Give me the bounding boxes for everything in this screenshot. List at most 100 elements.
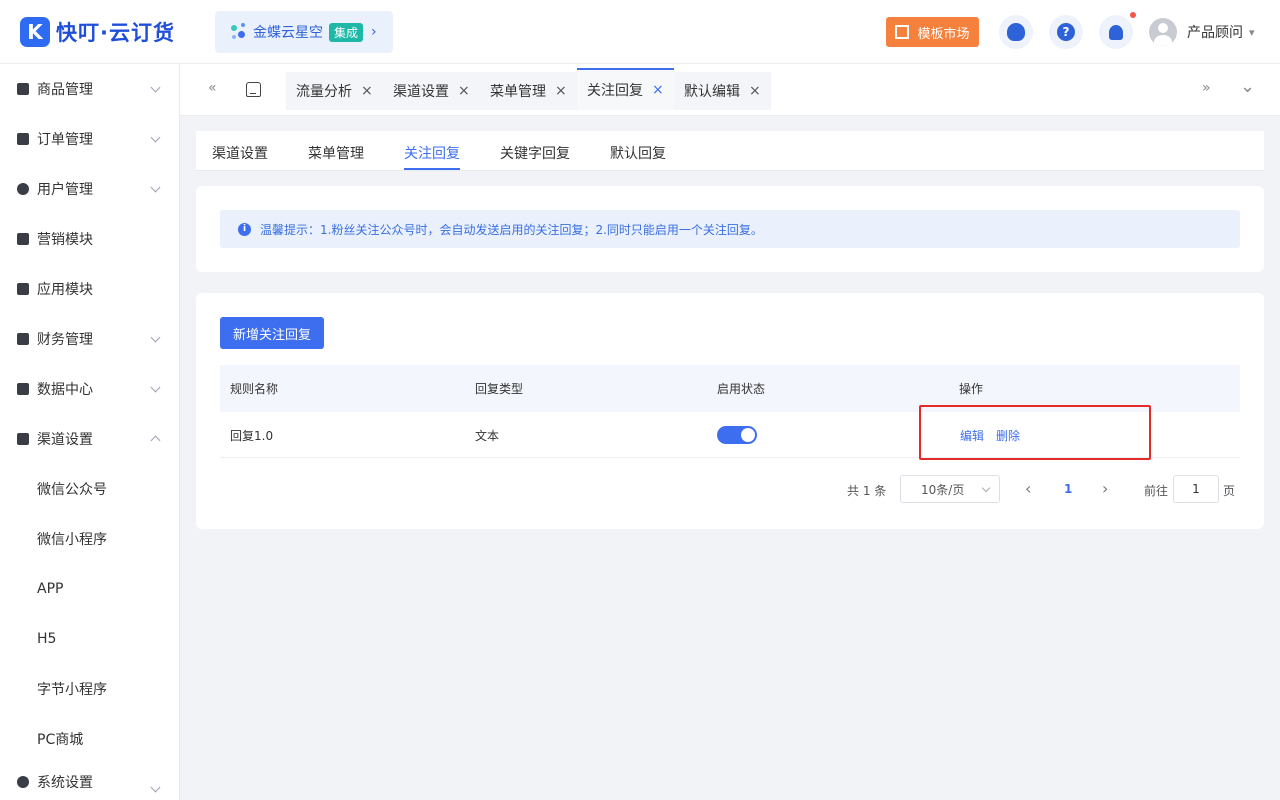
tab-menu-management[interactable]: 菜单管理 × (480, 72, 577, 110)
chevron-down-icon: ▾ (1249, 25, 1255, 39)
tab-default-edit[interactable]: 默认编辑 × (674, 72, 771, 110)
subtab-keyword-reply[interactable]: 关键字回复 (500, 143, 570, 163)
help-icon: ? (1057, 23, 1075, 41)
column-header-reply-type: 回复类型 (475, 382, 524, 396)
scroll-left-icon[interactable]: « (208, 80, 217, 96)
notice-text: 温馨提示：1.粉丝关注公众号时，会自动发送启用的关注回复；2.同时只能启用一个关… (260, 222, 763, 237)
brand-switcher[interactable]: 金蝶云星空 集成 › (215, 11, 393, 53)
notification-badge (1130, 12, 1136, 18)
close-icon[interactable]: × (652, 82, 664, 98)
top-header: K 快叮·云订货 金蝶云星空 集成 › 模板市场 ? 产品顾问 ▾ (0, 0, 1280, 64)
notice-card: i 温馨提示：1.粉丝关注公众号时，会自动发送启用的关注回复；2.同时只能启用一… (196, 186, 1264, 272)
sidebar-item-system-settings[interactable]: 系统设置 (0, 764, 179, 800)
tab-label: 渠道设置 (393, 84, 449, 100)
subtab-default-reply[interactable]: 默认回复 (610, 143, 666, 163)
sidebar-item-label: 订单管理 (37, 132, 93, 148)
chevron-right-icon: › (371, 24, 377, 40)
column-header-status: 启用状态 (717, 382, 766, 396)
sidebar-item-products[interactable]: 商品管理 (0, 64, 179, 114)
tab-label: 菜单管理 (490, 84, 546, 100)
sidebar-item-apps[interactable]: 应用模块 (0, 264, 179, 314)
tip-notice: i 温馨提示：1.粉丝关注公众号时，会自动发送启用的关注回复；2.同时只能启用一… (220, 210, 1240, 248)
sidebar-subitem-wechat-miniprogram[interactable]: 微信小程序 (0, 514, 179, 564)
chevron-down-icon (150, 82, 161, 93)
subtab-channel-settings[interactable]: 渠道设置 (212, 143, 268, 163)
chevron-up-icon (150, 435, 161, 446)
subtab-menu-management[interactable]: 菜单管理 (308, 143, 364, 163)
chevron-down-icon (150, 782, 161, 793)
sidebar-item-channel-settings[interactable]: 渠道设置 (0, 414, 179, 464)
sidebar-item-data-center[interactable]: 数据中心 (0, 364, 179, 414)
tab-label: 流量分析 (296, 84, 352, 100)
notification-button[interactable] (1099, 15, 1133, 49)
cloud-dots-icon (229, 22, 249, 42)
sidebar-item-label: 系统设置 (37, 775, 93, 791)
close-icon[interactable]: × (361, 83, 373, 99)
sidebar-item-users[interactable]: 用户管理 (0, 164, 179, 214)
template-icon (895, 25, 910, 39)
app-logo[interactable]: K 快叮·云订货 (20, 17, 175, 47)
template-market-button[interactable]: 模板市场 (886, 17, 979, 47)
sidebar-subitem-pc-mall[interactable]: PC商城 (0, 714, 179, 764)
wallet-icon (17, 333, 29, 345)
home-icon[interactable] (246, 82, 261, 97)
tab-label: 默认编辑 (684, 84, 740, 100)
brand-tag: 集成 (329, 22, 364, 42)
sidebar-subitem-bytedance-miniprogram[interactable]: 字节小程序 (0, 664, 179, 714)
tab-channel-settings[interactable]: 渠道设置 × (383, 72, 480, 110)
sidebar-item-label: 商品管理 (37, 82, 93, 98)
add-follow-reply-button[interactable]: 新增关注回复 (220, 317, 324, 349)
sidebar-item-marketing[interactable]: 营销模块 (0, 214, 179, 264)
page-number-current[interactable]: 1 (1064, 482, 1072, 496)
chevron-down-icon (981, 483, 991, 493)
chevron-down-icon[interactable]: ⌄ (1240, 76, 1255, 97)
headset-icon (1007, 23, 1025, 41)
enable-toggle[interactable] (717, 426, 757, 444)
chevron-down-icon (150, 332, 161, 343)
avatar (1149, 18, 1177, 46)
goto-label: 前往 (1144, 484, 1169, 498)
logo-text: 快叮·云订货 (56, 21, 175, 45)
tab-label: 关注回复 (587, 83, 643, 99)
sidebar-item-finance[interactable]: 财务管理 (0, 314, 179, 364)
sidebar-item-label: 财务管理 (37, 332, 93, 348)
gear-icon (17, 776, 29, 788)
rule-name-cell: 回复1.0 (230, 429, 274, 443)
bar-chart-icon (17, 383, 29, 395)
tab-traffic-analysis[interactable]: 流量分析 × (286, 72, 383, 110)
close-icon[interactable]: × (749, 83, 761, 99)
grid-icon (17, 283, 29, 295)
column-header-rule-name: 规则名称 (230, 382, 279, 396)
clipboard-icon (17, 133, 29, 145)
tab-follow-reply[interactable]: 关注回复 × (577, 68, 674, 110)
template-market-label: 模板市场 (917, 26, 970, 42)
prev-page-icon[interactable]: ‹ (1025, 479, 1031, 498)
sidebar-item-orders[interactable]: 订单管理 (0, 114, 179, 164)
shopping-bag-icon (17, 83, 29, 95)
info-icon: i (238, 222, 251, 236)
user-menu[interactable]: 产品顾问 ▾ (1149, 18, 1255, 46)
action-highlight-box (919, 405, 1151, 460)
close-icon[interactable]: × (458, 83, 470, 99)
customer-service-button[interactable] (999, 15, 1033, 49)
scroll-right-icon[interactable]: » (1202, 80, 1211, 96)
bell-icon (1109, 24, 1123, 40)
user-name: 产品顾问 (1187, 25, 1243, 41)
page-size-select[interactable]: 10条/页 (900, 475, 1000, 503)
help-button[interactable]: ? (1049, 15, 1083, 49)
sidebar-subitem-wechat-official[interactable]: 微信公众号 (0, 464, 179, 514)
next-page-icon[interactable]: › (1102, 479, 1108, 498)
chevron-down-icon (150, 182, 161, 193)
sub-tabs: 渠道设置 菜单管理 关注回复 关键字回复 默认回复 (196, 131, 1264, 171)
close-icon[interactable]: × (555, 83, 567, 99)
sidebar-subitem-h5[interactable]: H5 (0, 614, 179, 664)
page-tabs-bar: « 流量分析 × 渠道设置 × 菜单管理 × 关注回复 × 默认编辑 × » ⌄ (180, 64, 1280, 116)
user-icon (17, 183, 29, 195)
trend-chart-icon (17, 233, 29, 245)
reply-type-cell: 文本 (475, 429, 500, 443)
sidebar-subitem-app[interactable]: APP (0, 564, 179, 614)
sidebar-item-label: 数据中心 (37, 382, 93, 398)
reply-list-card: 新增关注回复 规则名称 回复类型 启用状态 操作 回复1.0 文本 编辑 删除 … (196, 293, 1264, 529)
goto-page-input[interactable]: 1 (1173, 475, 1219, 503)
subtab-follow-reply[interactable]: 关注回复 (404, 143, 460, 163)
